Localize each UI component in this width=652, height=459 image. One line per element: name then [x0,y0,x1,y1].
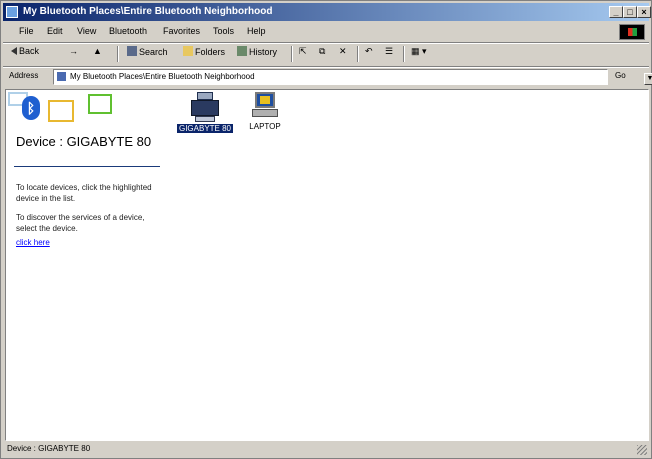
printer-icon [191,92,219,122]
folders-icon [183,46,193,56]
history-label: History [249,47,278,57]
properties-icon[interactable]: ☰ [385,46,393,57]
menu-bluetooth[interactable]: Bluetooth [109,26,147,36]
menu-help[interactable]: Help [247,26,266,36]
pane-instructions: To locate devices, click the highlighted… [16,183,152,203]
pane-title: Device : GIGABYTE 80 [16,134,152,149]
back-arrow-icon [11,47,17,55]
windows-logo-icon [619,24,645,40]
back-button[interactable]: Back [11,46,39,56]
search-icon [127,46,137,56]
undo-icon[interactable]: ↶ [365,46,373,57]
address-input[interactable]: My Bluetooth Places\Entire Bluetooth Nei… [53,69,652,85]
divider [291,46,293,62]
address-bar: Address My Bluetooth Places\Entire Bluet… [3,67,652,87]
close-button[interactable]: × [637,6,651,18]
window-title: My Bluetooth Places\Entire Bluetooth Nei… [23,6,273,17]
divider [117,46,119,62]
pane-instructions-services: To discover the services of a device, se… [16,213,145,233]
views-icon[interactable]: ▦ ▾ [411,46,427,57]
resize-grip[interactable] [637,445,647,455]
delete-icon[interactable]: ✕ [339,46,347,57]
divider [357,46,359,62]
forward-button[interactable]: → [69,46,78,56]
address-value: My Bluetooth Places\Entire Bluetooth Nei… [70,72,255,81]
folders-label: Folders [195,47,226,57]
minimize-button[interactable]: _ [609,6,623,18]
info-pane: ᛒ Device : GIGABYTE 80 To locate devices… [6,90,162,440]
move-to-icon[interactable]: ⇱ [299,46,307,57]
history-button[interactable]: History [237,46,277,57]
click-here-link[interactable]: click here [16,238,50,247]
status-text: Device : GIGABYTE 80 [7,444,91,453]
title-bar[interactable]: My Bluetooth Places\Entire Bluetooth Nei… [3,3,651,21]
up-folder-icon[interactable]: ▲ [93,46,102,56]
menu-view[interactable]: View [77,26,96,36]
menu-file[interactable]: File [19,26,34,36]
menu-edit[interactable]: Edit [47,26,63,36]
bluetooth-neighborhood-icon [57,72,66,81]
maximize-button[interactable]: □ [623,6,637,18]
search-label: Search [139,47,168,57]
history-icon [237,46,247,56]
decor-square [48,100,74,122]
decor-square [88,94,112,114]
folders-button[interactable]: Folders [183,46,225,57]
device-item-laptop[interactable]: LAPTOP [230,92,300,132]
address-dropdown-button[interactable]: ▼ [644,73,652,85]
divider [14,166,160,167]
content-area: ᛒ Device : GIGABYTE 80 To locate devices… [5,89,649,441]
bluetooth-banner: ᛒ [8,92,118,126]
menu-favorites[interactable]: Favorites [163,26,200,36]
bluetooth-icon: ᛒ [22,96,40,120]
explorer-window: My Bluetooth Places\Entire Bluetooth Nei… [0,0,652,459]
address-label: Address [9,71,39,80]
divider [403,46,405,62]
go-button[interactable]: Go [615,71,626,80]
back-label: Back [19,46,40,56]
menu-bar: File Edit View Bluetooth Favorites Tools… [3,23,649,41]
laptop-icon [252,92,278,120]
toolbar: Back → ▲ Search Folders History ⇱ ⧉ ✕ ↶ … [3,43,649,65]
status-bar: Device : GIGABYTE 80 [3,441,649,457]
device-label: LAPTOP [249,122,281,131]
menu-tools[interactable]: Tools [213,26,234,36]
copy-to-icon[interactable]: ⧉ [319,46,325,57]
device-label: GIGABYTE 80 [176,124,234,133]
bluetooth-places-icon [6,6,18,18]
search-button[interactable]: Search [127,46,168,57]
